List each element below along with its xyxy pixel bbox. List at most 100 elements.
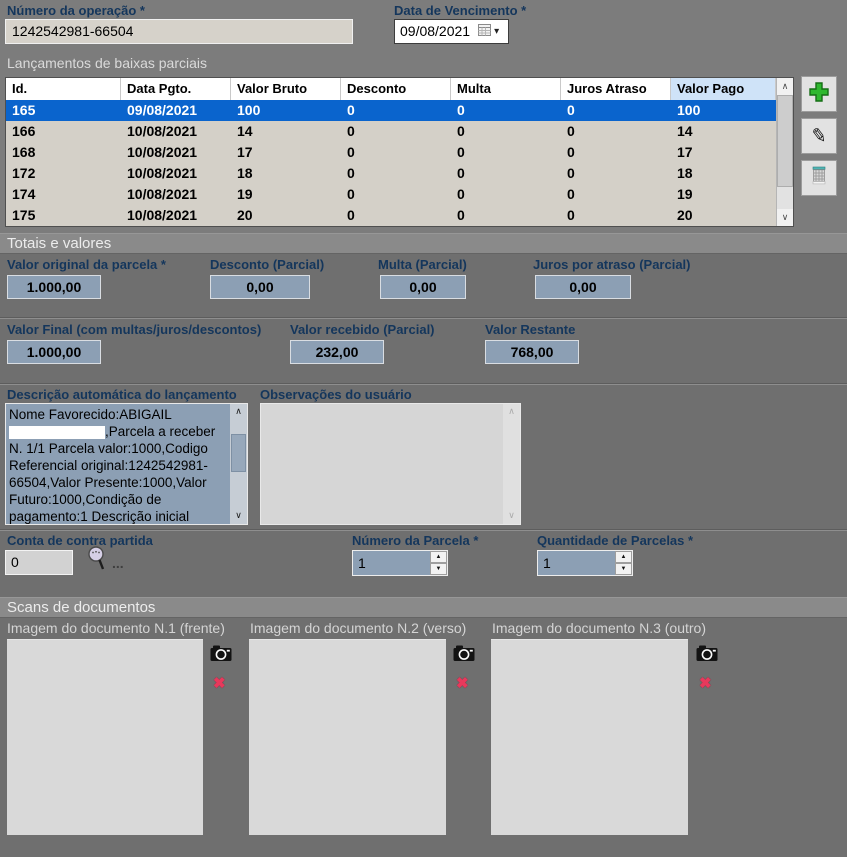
- description-line: Referencial original:1242542981-: [9, 457, 227, 474]
- date-dropdown-icon[interactable]: ▾: [494, 20, 499, 43]
- user-observations-label: Observações do usuário: [260, 387, 412, 402]
- valor-final-label: Valor Final (com multas/juros/descontos): [7, 322, 261, 337]
- capture-scan-1-button[interactable]: [210, 644, 232, 662]
- description-line: 66504,Valor Presente:1000,Valor: [9, 474, 227, 491]
- valor-recebido-label: Valor recebido (Parcial): [290, 322, 435, 337]
- divider: [0, 317, 847, 319]
- table-row[interactable]: 175 10/08/2021 20 0 0 0 20: [6, 205, 776, 226]
- valor-original-field[interactable]: 1.000,00: [7, 275, 101, 299]
- juros-atraso-parcial-field[interactable]: 0,00: [535, 275, 631, 299]
- spin-up-icon[interactable]: ▲: [430, 551, 447, 563]
- partial-payments-table: Id. Data Pgto. Valor Bruto Desconto Mult…: [5, 77, 794, 227]
- table-header-row: Id. Data Pgto. Valor Bruto Desconto Mult…: [6, 78, 776, 100]
- delete-row-button[interactable]: [801, 160, 837, 196]
- column-header-juros-atraso[interactable]: Juros Atraso: [561, 78, 671, 100]
- table-scrollbar[interactable]: ∧ ∨: [776, 78, 793, 226]
- observations-scrollbar[interactable]: ∧ ∨: [503, 404, 520, 524]
- magnifier-icon: [86, 559, 108, 576]
- user-observations-textarea[interactable]: ∧ ∨: [260, 403, 521, 525]
- x-icon: ✖: [456, 675, 469, 692]
- browse-dots-label[interactable]: ...: [112, 555, 124, 571]
- table-row[interactable]: 166 10/08/2021 14 0 0 0 14: [6, 121, 776, 142]
- column-header-data-pgto[interactable]: Data Pgto.: [121, 78, 231, 100]
- x-icon: ✖: [699, 675, 712, 692]
- calendar-icon[interactable]: [478, 20, 491, 43]
- remove-scan-1-button[interactable]: ✖: [213, 676, 226, 691]
- totals-section-title: Totais e valores: [0, 234, 847, 254]
- scan-2-image-placeholder: [249, 639, 446, 835]
- column-header-desconto[interactable]: Desconto: [341, 78, 451, 100]
- valor-restante-field[interactable]: 768,00: [485, 340, 579, 364]
- scan-1-image-placeholder: [7, 639, 203, 835]
- counterpart-account-field[interactable]: 0: [5, 550, 73, 575]
- valor-original-label: Valor original da parcela *: [7, 257, 166, 272]
- scans-section-title: Scans de documentos: [0, 598, 847, 618]
- description-scrollbar[interactable]: ∧ ∨: [230, 404, 247, 524]
- due-date-field[interactable]: 09/08/2021 ▾: [394, 19, 509, 44]
- table-row[interactable]: 165 09/08/2021 100 0 0 0 100: [6, 100, 776, 121]
- column-header-multa[interactable]: Multa: [451, 78, 561, 100]
- juros-atraso-parcial-label: Juros por atraso (Parcial): [533, 257, 691, 272]
- multa-parcial-label: Multa (Parcial): [378, 257, 467, 272]
- column-header-valor-bruto[interactable]: Valor Bruto: [231, 78, 341, 100]
- scans-section-band: Scans de documentos: [0, 597, 847, 618]
- auto-description-textarea[interactable]: Nome Favorecido:ABIGAIL ,Parcela a receb…: [5, 403, 248, 525]
- table-row[interactable]: 172 10/08/2021 18 0 0 0 18: [6, 163, 776, 184]
- spin-down-icon[interactable]: ▼: [430, 563, 447, 575]
- camera-icon: [696, 649, 718, 666]
- desconto-parcial-label: Desconto (Parcial): [210, 257, 324, 272]
- scroll-down-icon[interactable]: ∨: [230, 508, 247, 524]
- payment-operation-form: Número da operação * 1242542981-66504 Da…: [0, 0, 847, 857]
- operation-number-field[interactable]: 1242542981-66504: [5, 19, 353, 44]
- spin-down-icon[interactable]: ▼: [615, 563, 632, 575]
- scroll-down-icon[interactable]: ∨: [503, 508, 520, 524]
- divider: [0, 529, 847, 531]
- installment-qty-label: Quantidade de Parcelas *: [537, 533, 693, 548]
- redacted-text-block: [9, 426, 105, 439]
- scan-3-image-placeholder: [491, 639, 688, 835]
- description-line: pagamento:1 Descrição inicial: [9, 508, 227, 524]
- scrollbar-thumb[interactable]: [777, 95, 793, 187]
- valor-final-field[interactable]: 1.000,00: [7, 340, 101, 364]
- camera-icon: [453, 649, 475, 666]
- column-header-id[interactable]: Id.: [6, 78, 121, 100]
- spin-up-icon[interactable]: ▲: [615, 551, 632, 563]
- add-row-button[interactable]: [801, 76, 837, 112]
- capture-scan-3-button[interactable]: [696, 644, 718, 662]
- capture-scan-2-button[interactable]: [453, 644, 475, 662]
- camera-icon: [210, 649, 232, 666]
- installment-number-label: Número da Parcela *: [352, 533, 478, 548]
- description-line: Nome Favorecido:ABIGAIL: [9, 406, 227, 423]
- column-header-valor-pago[interactable]: Valor Pago: [671, 78, 776, 100]
- description-line: ,Parcela a receber: [9, 423, 227, 440]
- due-date-value: 09/08/2021: [400, 20, 470, 43]
- table-row[interactable]: 174 10/08/2021 19 0 0 0 19: [6, 184, 776, 205]
- multa-parcial-field[interactable]: 0,00: [380, 275, 466, 299]
- operation-number-label: Número da operação *: [7, 3, 145, 18]
- remove-scan-3-button[interactable]: ✖: [699, 676, 712, 691]
- scroll-up-icon[interactable]: ∧: [777, 78, 793, 95]
- table-title: Lançamentos de baixas parciais: [7, 55, 207, 71]
- scroll-down-icon[interactable]: ∨: [777, 209, 793, 226]
- scan-2-label: Imagem do documento N.2 (verso): [250, 620, 466, 636]
- description-line: Futuro:1000,Condição de: [9, 491, 227, 508]
- divider: [0, 383, 847, 385]
- scroll-up-icon[interactable]: ∧: [503, 404, 520, 420]
- x-icon: ✖: [213, 675, 226, 692]
- auto-description-label: Descrição automática do lançamento: [7, 387, 237, 402]
- counterpart-account-label: Conta de contra partida: [7, 533, 153, 548]
- remove-scan-2-button[interactable]: ✖: [456, 676, 469, 691]
- table-row[interactable]: 168 10/08/2021 17 0 0 0 17: [6, 142, 776, 163]
- installment-qty-stepper[interactable]: 1 ▲ ▼: [537, 550, 633, 576]
- installment-number-stepper[interactable]: 1 ▲ ▼: [352, 550, 448, 576]
- valor-recebido-field[interactable]: 232,00: [290, 340, 384, 364]
- desconto-parcial-field[interactable]: 0,00: [210, 275, 310, 299]
- table-body: 165 09/08/2021 100 0 0 0 100 166 10/08/2…: [6, 100, 776, 226]
- pencil-icon: ✎: [810, 124, 829, 149]
- totals-section-band: Totais e valores: [0, 233, 847, 254]
- scroll-up-icon[interactable]: ∧: [230, 404, 247, 420]
- edit-row-button[interactable]: ✎: [801, 118, 837, 154]
- trash-icon: [811, 166, 827, 190]
- search-account-button[interactable]: [86, 545, 108, 577]
- scrollbar-thumb[interactable]: [231, 434, 246, 472]
